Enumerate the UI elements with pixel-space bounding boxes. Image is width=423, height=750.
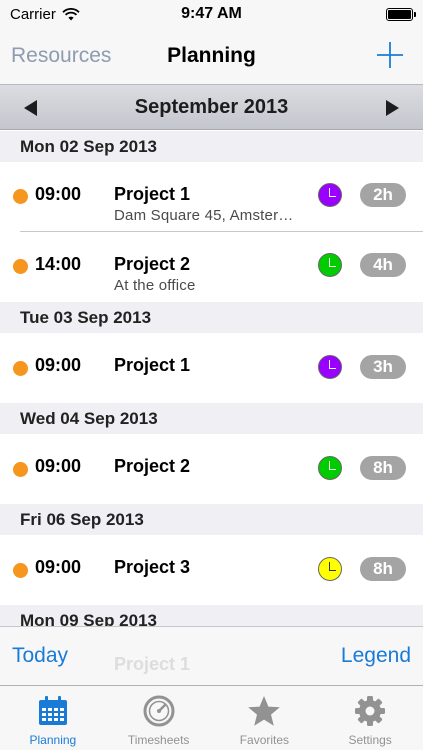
duration-badge: 2h (360, 183, 406, 207)
duration-badge: 8h (360, 456, 406, 480)
list-item[interactable]: 14:00 Project 2 At the office 4h (0, 232, 423, 302)
plus-icon[interactable] (373, 38, 407, 72)
list-item[interactable]: 09:00 Project 1 3h (0, 333, 423, 403)
tab-label: Settings (348, 733, 392, 747)
list-item[interactable]: 09:00 Project 1 Dam Square 45, Amster… 2… (0, 162, 423, 232)
item-time: 09:00 (35, 184, 82, 204)
status-dot (13, 563, 28, 578)
status-dot (13, 462, 28, 477)
list-item[interactable]: 09:00 Project 3 8h (0, 535, 423, 605)
bottom-toolbar: Project 1 Today Legend (0, 626, 423, 685)
list-item[interactable]: 09:00 Project 2 8h (0, 434, 423, 504)
clock-icon (318, 355, 342, 379)
today-button[interactable]: Today (12, 644, 68, 668)
star-icon (248, 696, 281, 726)
status-dot (13, 259, 28, 274)
day-header: Tue 03 Sep 2013 (0, 302, 423, 333)
gear-icon (355, 696, 386, 726)
tab-label: Planning (29, 733, 77, 747)
status-bar: Carrier 9:47 AM (0, 0, 423, 28)
list-item-ghost: Project 1 (114, 654, 191, 674)
item-project: Project 2 (114, 254, 191, 274)
triangle-left-icon[interactable] (20, 97, 42, 119)
item-time: 09:00 (35, 456, 82, 476)
nav-bar: Resources Planning (0, 28, 423, 84)
tab-planning[interactable]: Planning (0, 686, 106, 750)
day-header: Wed 04 Sep 2013 (0, 403, 423, 434)
item-time: 14:00 (35, 254, 82, 274)
tab-label: Timesheets (127, 733, 190, 747)
item-time: 09:00 (35, 355, 82, 375)
month-selector: September 2013 (0, 84, 423, 130)
resources-button[interactable]: Resources (11, 44, 111, 68)
status-left: Carrier (10, 6, 80, 23)
planning-list[interactable]: Mon 02 Sep 2013 09:00 Project 1 Dam Squa… (0, 131, 423, 626)
clock-icon (318, 253, 342, 277)
status-dot (13, 189, 28, 204)
status-right (386, 7, 416, 21)
item-project: Project 1 (114, 355, 191, 375)
day-header: Mon 09 Sep 2013 (0, 605, 423, 626)
clock-icon (318, 557, 342, 581)
legend-button[interactable]: Legend (341, 644, 411, 668)
carrier-label: Carrier (10, 5, 56, 23)
duration-badge: 4h (360, 253, 406, 277)
tab-settings[interactable]: Settings (317, 686, 423, 750)
battery-icon (386, 7, 416, 21)
item-address: At the office (114, 277, 196, 294)
calendar-icon (38, 696, 67, 725)
duration-badge: 3h (360, 355, 406, 379)
tab-label: Favorites (239, 733, 290, 747)
tab-bar: Planning Timesheets Favorites Settings (0, 685, 423, 750)
item-project: Project 1 (114, 184, 191, 204)
tab-timesheets[interactable]: Timesheets (106, 686, 212, 750)
wifi-icon (62, 7, 80, 20)
day-header: Fri 06 Sep 2013 (0, 504, 423, 535)
clock-icon (143, 695, 175, 727)
clock-icon (318, 456, 342, 480)
item-address: Dam Square 45, Amster… (114, 207, 294, 224)
day-header: Mon 02 Sep 2013 (0, 131, 423, 162)
status-dot (13, 361, 28, 376)
item-project: Project 3 (114, 557, 191, 577)
triangle-right-icon[interactable] (381, 97, 403, 119)
clock-icon (318, 183, 342, 207)
month-title: September 2013 (134, 95, 289, 118)
tab-favorites[interactable]: Favorites (212, 686, 318, 750)
item-project: Project 2 (114, 456, 191, 476)
duration-badge: 8h (360, 557, 406, 581)
item-time: 09:00 (35, 557, 82, 577)
